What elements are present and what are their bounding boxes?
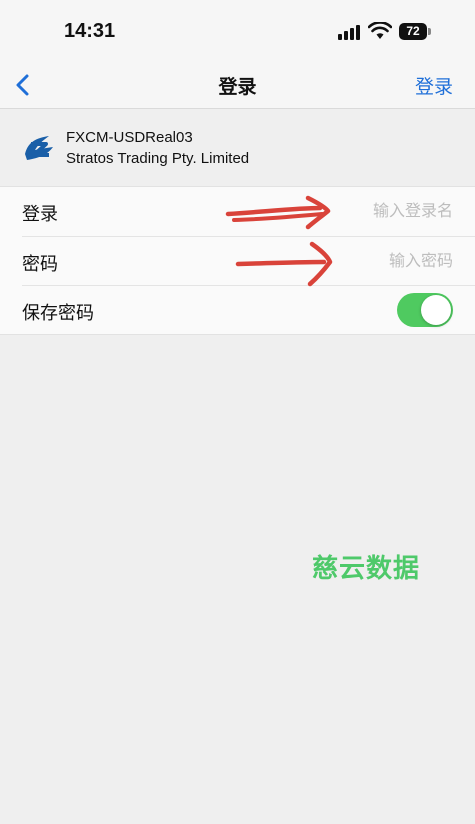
login-input[interactable] bbox=[253, 201, 453, 220]
server-company: Stratos Trading Pty. Limited bbox=[66, 150, 250, 167]
broker-logo-icon bbox=[25, 136, 53, 160]
page-title: 登录 bbox=[218, 76, 257, 98]
server-name: FXCM-USDReal03 bbox=[66, 129, 193, 146]
save-password-row: 保存密码 bbox=[0, 286, 475, 335]
status-bar: 14:31 72 bbox=[0, 0, 475, 62]
login-row: 登录 bbox=[0, 187, 475, 236]
battery-icon: 72 bbox=[399, 23, 427, 40]
wifi-icon bbox=[368, 22, 392, 39]
status-time: 14:31 bbox=[64, 20, 116, 42]
login-submit-button[interactable]: 登录 bbox=[415, 72, 453, 99]
save-password-toggle[interactable] bbox=[397, 293, 453, 327]
server-info: FXCM-USDReal03 Stratos Trading Pty. Limi… bbox=[0, 120, 475, 178]
toggle-knob bbox=[421, 295, 451, 325]
save-password-label: 保存密码 bbox=[22, 303, 94, 324]
login-form: 登录 密码 保存密码 bbox=[0, 186, 475, 335]
watermark: 慈云数据 bbox=[312, 554, 421, 584]
cellular-signal-icon bbox=[338, 24, 362, 40]
password-label: 密码 bbox=[22, 254, 58, 275]
password-input[interactable] bbox=[253, 251, 453, 270]
password-row: 密码 bbox=[0, 237, 475, 286]
login-label: 登录 bbox=[22, 204, 58, 225]
battery-tip bbox=[428, 28, 431, 35]
navigation-bar: 登录 登录 bbox=[0, 62, 475, 109]
